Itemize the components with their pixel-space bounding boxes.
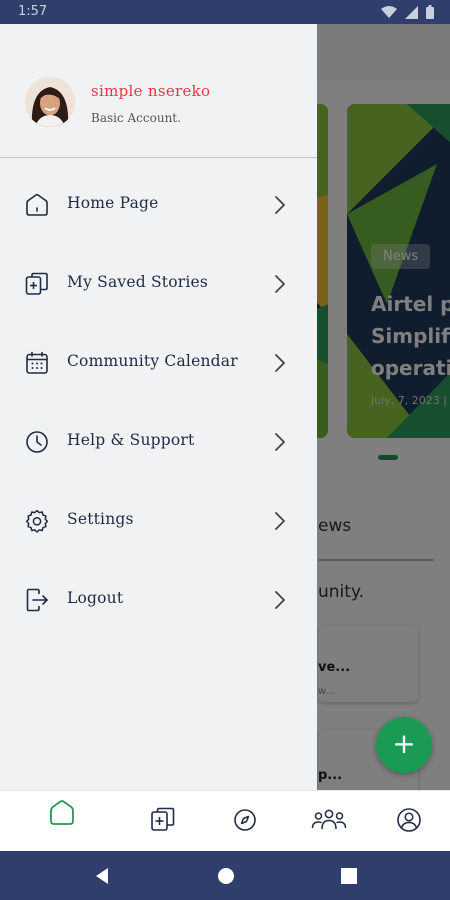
menu-item-label: Home Page: [67, 194, 159, 212]
battery-icon: [426, 5, 434, 19]
community-icon: [310, 803, 347, 837]
menu-item-logout[interactable]: Logout: [0, 570, 317, 630]
add-fab-button[interactable]: +: [376, 717, 432, 773]
nav-explore-button[interactable]: [228, 803, 262, 837]
recents-icon[interactable]: [338, 865, 360, 887]
nav-community-button[interactable]: [310, 803, 347, 837]
bottom-navigation: [0, 790, 450, 851]
nav-saved-stories-button[interactable]: [147, 803, 181, 837]
chevron-right-icon: [270, 273, 290, 295]
back-icon[interactable]: [92, 865, 114, 887]
wifi-icon: [381, 5, 397, 19]
saved-stories-icon: [147, 803, 181, 837]
user-name: simple nsereko: [91, 82, 211, 100]
explore-icon: [228, 803, 262, 837]
menu-item-home-page[interactable]: Home Page: [0, 175, 317, 235]
clock-icon: [24, 429, 50, 455]
menu-item-label: Settings: [67, 510, 134, 528]
navigation-drawer: simple nsereko Basic Account. Home Page …: [0, 24, 317, 790]
gear-icon: [24, 508, 50, 534]
home-circle-icon[interactable]: [215, 865, 237, 887]
home-icon: [45, 796, 79, 830]
avatar[interactable]: [25, 77, 75, 127]
calendar-icon: [24, 350, 50, 376]
nav-home-button[interactable]: [45, 796, 79, 830]
status-time: 1:57: [18, 4, 48, 19]
menu-item-help-support[interactable]: Help & Support: [0, 412, 317, 472]
chevron-right-icon: [270, 194, 290, 216]
drawer-header: simple nsereko Basic Account.: [0, 24, 317, 158]
system-navigation-bar: [0, 851, 450, 900]
saved-stories-icon: [24, 271, 50, 297]
menu-item-label: Help & Support: [67, 431, 195, 449]
signal-icon: [405, 5, 418, 19]
nav-profile-button[interactable]: [392, 803, 426, 837]
chevron-right-icon: [270, 589, 290, 611]
menu-item-label: Community Calendar: [67, 352, 238, 370]
chevron-right-icon: [270, 431, 290, 453]
menu-item-label: My Saved Stories: [67, 273, 209, 291]
menu-item-label: Logout: [67, 589, 124, 607]
status-bar: 1:57: [0, 0, 450, 24]
profile-icon: [392, 803, 426, 837]
menu-item-settings[interactable]: Settings: [0, 491, 317, 551]
account-type: Basic Account.: [91, 111, 181, 125]
chevron-right-icon: [270, 352, 290, 374]
home-icon: [24, 192, 50, 218]
logout-icon: [24, 587, 50, 613]
menu-item-community-calendar[interactable]: Community Calendar: [0, 333, 317, 393]
chevron-right-icon: [270, 510, 290, 532]
menu-item-my-saved-stories[interactable]: My Saved Stories: [0, 254, 317, 314]
